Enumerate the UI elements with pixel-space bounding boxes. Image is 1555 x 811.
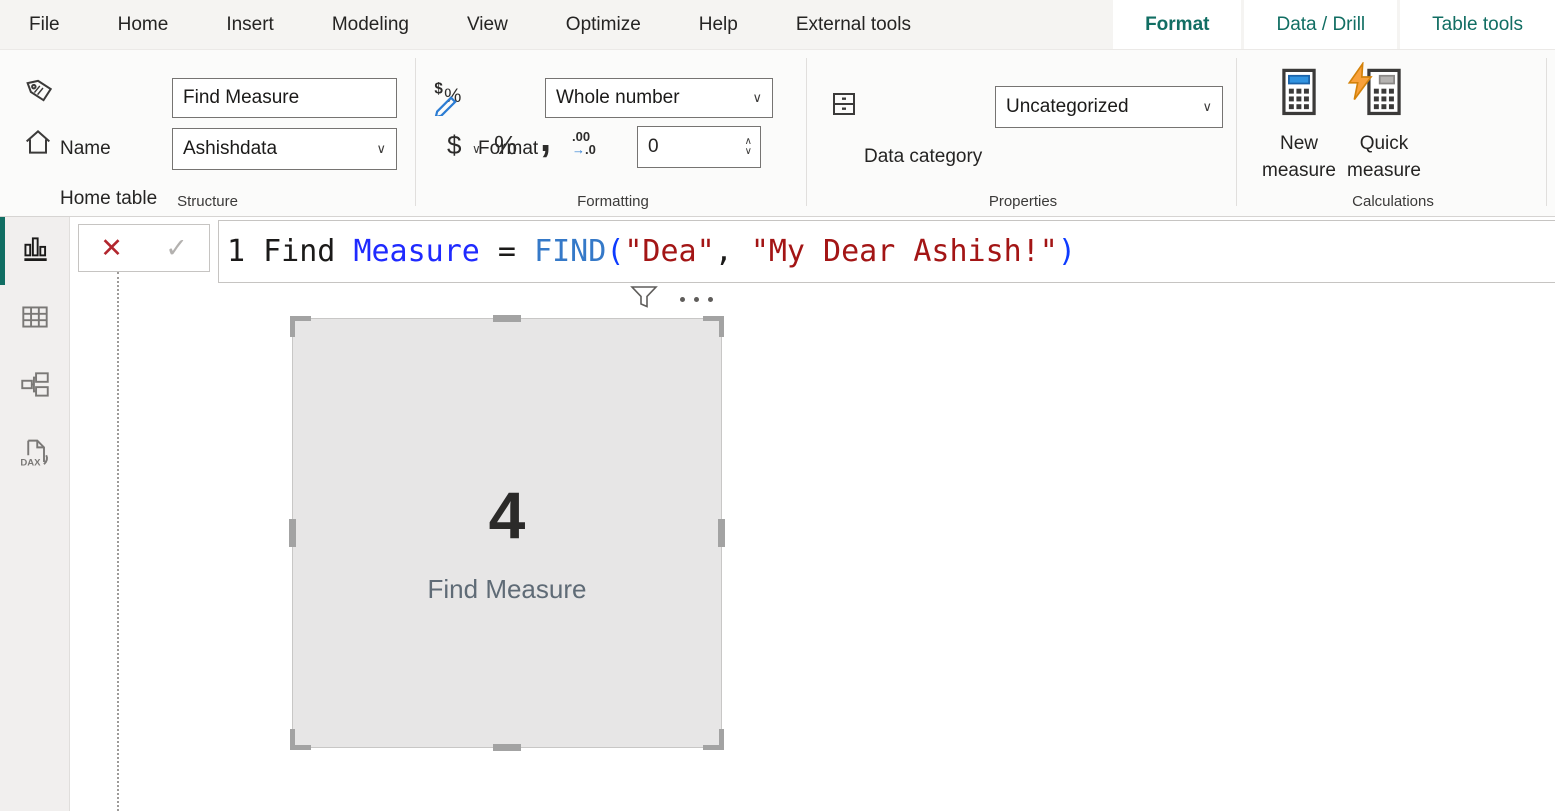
properties-group-label: Properties <box>810 193 1236 210</box>
chevron-down-icon: ∨ <box>752 90 762 106</box>
powerbi-window: File Home Insert Modeling View Optimize … <box>0 0 1555 811</box>
contextual-tabs: Format Data / Drill Table tools <box>1110 0 1555 49</box>
tab-help[interactable]: Help <box>670 0 767 49</box>
dax-query-icon: DAX <box>17 435 53 476</box>
tab-view[interactable]: View <box>438 0 537 49</box>
group-divider <box>1546 58 1547 206</box>
formatting-group-label: Formatting <box>420 193 806 210</box>
resize-handle-bottom[interactable] <box>493 744 521 751</box>
formula-token: "Dea" <box>624 234 714 269</box>
tab-table-tools[interactable]: Table tools <box>1400 0 1555 49</box>
currency-format-button[interactable]: $ <box>447 130 461 161</box>
commit-formula-icon[interactable]: ✓ <box>165 233 188 264</box>
formula-token: = <box>480 234 534 269</box>
data-category-icon <box>828 88 860 125</box>
page-boundary-dotted-line <box>117 272 119 811</box>
card-visual[interactable]: 4 Find Measure <box>292 318 722 748</box>
spinner-buttons[interactable]: ∧ ∨ <box>745 137 760 157</box>
thousands-separator-button[interactable]: , <box>540 116 551 161</box>
resize-handle-top-right[interactable] <box>703 316 724 337</box>
data-category-label: Data category <box>864 146 982 168</box>
decimal-places-spinner[interactable]: 0 ∧ ∨ <box>637 126 761 168</box>
group-divider <box>415 58 416 206</box>
home-icon <box>22 126 54 163</box>
sidebar-item-report-view[interactable] <box>0 217 70 285</box>
formula-token: ) <box>1058 234 1076 269</box>
quick-measure-button[interactable]: Quick measure <box>1338 64 1430 204</box>
svg-text:$: $ <box>434 81 443 98</box>
percent-format-button[interactable]: % <box>494 130 517 161</box>
tab-data-drill[interactable]: Data / Drill <box>1244 0 1397 49</box>
data-category-dropdown[interactable]: Uncategorized ∨ <box>995 86 1223 128</box>
format-currency-icon: $ % <box>433 78 469 121</box>
structure-group-label: Structure <box>0 193 415 210</box>
lightning-icon <box>1344 62 1378 107</box>
format-dropdown[interactable]: Whole number ∨ <box>545 78 773 118</box>
sidebar-item-model-view[interactable] <box>0 353 70 421</box>
card-label: Find Measure <box>293 574 721 605</box>
report-view-icon <box>18 232 52 271</box>
quick-measure-label: Quick measure <box>1338 130 1430 184</box>
home-table-dropdown[interactable]: Ashishdata ∨ <box>172 128 397 170</box>
svg-text:DAX: DAX <box>20 457 41 468</box>
tab-home[interactable]: Home <box>89 0 198 49</box>
cancel-formula-icon[interactable]: ✕ <box>100 233 123 264</box>
tab-modeling[interactable]: Modeling <box>303 0 438 49</box>
ribbon: Name Find Measure Home table Ashishdata … <box>0 50 1555 217</box>
formula-line-number: 1 <box>227 234 245 269</box>
resize-handle-top[interactable] <box>493 315 521 322</box>
chevron-down-icon: ∨ <box>376 141 386 157</box>
report-canvas: ✕ ✓ 1 Find Measure = FIND("Dea", "My Dea… <box>70 217 1555 811</box>
measure-name-input[interactable]: Find Measure <box>172 78 397 118</box>
tab-format[interactable]: Format <box>1113 0 1241 49</box>
visual-header <box>630 285 730 313</box>
formula-token: FIND <box>534 234 606 269</box>
calculator-icon <box>1273 65 1325 126</box>
format-value: Whole number <box>556 87 680 109</box>
formula-commit-bar: ✕ ✓ <box>78 224 210 272</box>
formula-token: Find <box>245 234 353 269</box>
chevron-down-icon: ∨ <box>1202 99 1212 115</box>
resize-handle-top-left[interactable] <box>290 316 311 337</box>
data-category-value: Uncategorized <box>1006 96 1129 118</box>
more-options-icon[interactable] <box>680 297 713 302</box>
ribbon-tab-bar: File Home Insert Modeling View Optimize … <box>0 0 1555 50</box>
measure-name-value: Find Measure <box>183 87 299 109</box>
model-view-icon <box>18 368 52 407</box>
group-divider <box>806 58 807 206</box>
table-view-icon <box>18 300 52 339</box>
resize-handle-bottom-right[interactable] <box>703 729 724 750</box>
home-table-value: Ashishdata <box>183 138 277 160</box>
tab-insert[interactable]: Insert <box>197 0 303 49</box>
card-value: 4 <box>293 477 721 553</box>
tab-optimize[interactable]: Optimize <box>537 0 670 49</box>
new-measure-label: New measure <box>1253 130 1345 184</box>
tag-icon <box>24 74 56 111</box>
sidebar-item-dax-query-view[interactable]: DAX <box>0 421 70 489</box>
name-label: Name <box>60 138 111 160</box>
formula-token: "My Dear Ashish!" <box>751 234 1058 269</box>
formula-token: , <box>715 234 751 269</box>
decimal-places-value: 0 <box>648 136 659 158</box>
spinner-down-icon[interactable]: ∨ <box>745 147 752 157</box>
filter-icon[interactable] <box>630 285 658 314</box>
resize-handle-left[interactable] <box>289 519 296 547</box>
view-sidebar: DAX <box>0 217 70 811</box>
formula-token: Measure <box>353 234 479 269</box>
resize-handle-bottom-left[interactable] <box>290 729 311 750</box>
dax-formula-input[interactable]: 1 Find Measure = FIND("Dea", "My Dear As… <box>218 220 1555 283</box>
formula-token: ( <box>606 234 624 269</box>
tab-file[interactable]: File <box>0 0 89 49</box>
group-divider <box>1236 58 1237 206</box>
resize-handle-right[interactable] <box>718 519 725 547</box>
currency-chevron-icon[interactable]: ∨ <box>472 142 481 156</box>
calculations-group-label: Calculations <box>1240 193 1546 210</box>
tab-external-tools[interactable]: External tools <box>767 0 940 49</box>
new-measure-button[interactable]: New measure <box>1253 64 1345 204</box>
decimal-places-icon[interactable]: .00→.0 <box>572 130 596 156</box>
sidebar-item-table-view[interactable] <box>0 285 70 353</box>
